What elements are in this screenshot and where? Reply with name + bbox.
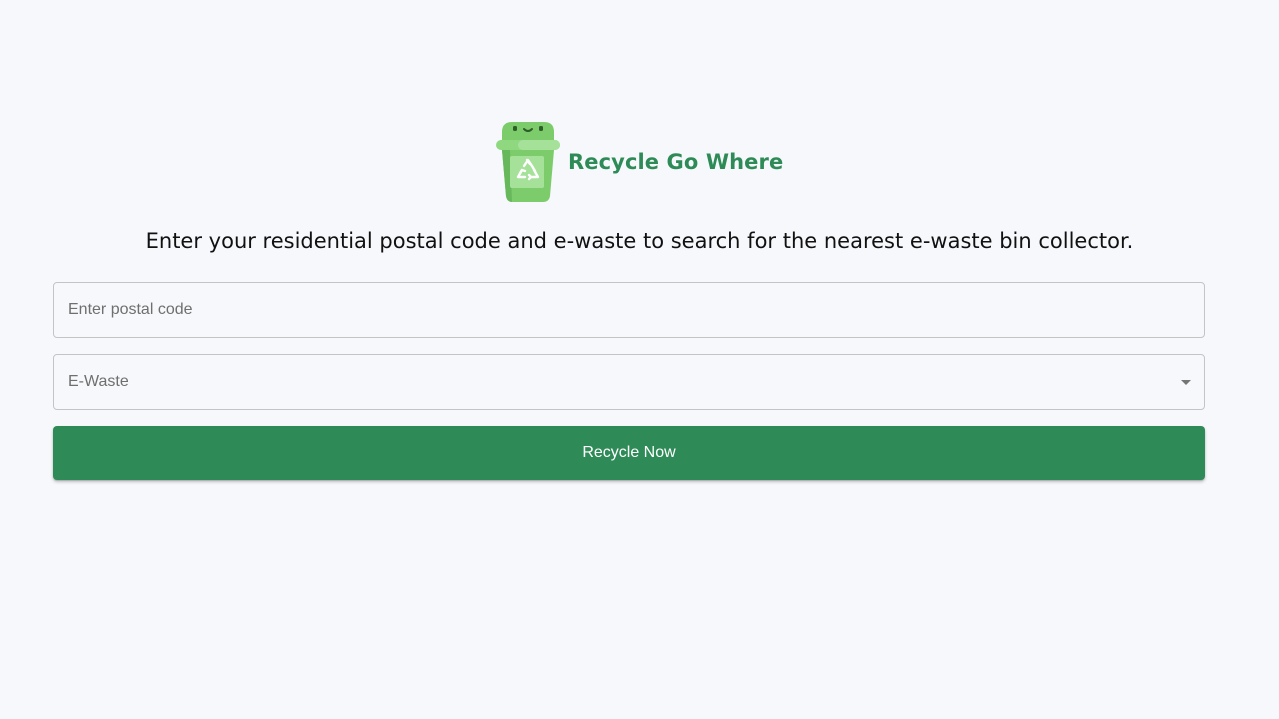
recycle-search-page: Recycle Go Where Enter your residential … <box>0 0 1279 719</box>
recycle-bin-icon <box>496 122 560 202</box>
postal-code-field <box>53 282 1205 338</box>
recycle-now-button[interactable]: Recycle Now <box>53 426 1205 480</box>
postal-code-input[interactable] <box>54 283 1204 337</box>
brand-name: Recycle Go Where <box>568 150 784 174</box>
ewaste-select-label: E-Waste <box>68 373 129 390</box>
brand-header: Recycle Go Where <box>494 120 783 204</box>
chevron-down-icon[interactable] <box>1181 380 1191 385</box>
page-headline: Enter your residential postal code and e… <box>145 229 1134 253</box>
ewaste-select[interactable]: E-Waste <box>53 354 1205 410</box>
